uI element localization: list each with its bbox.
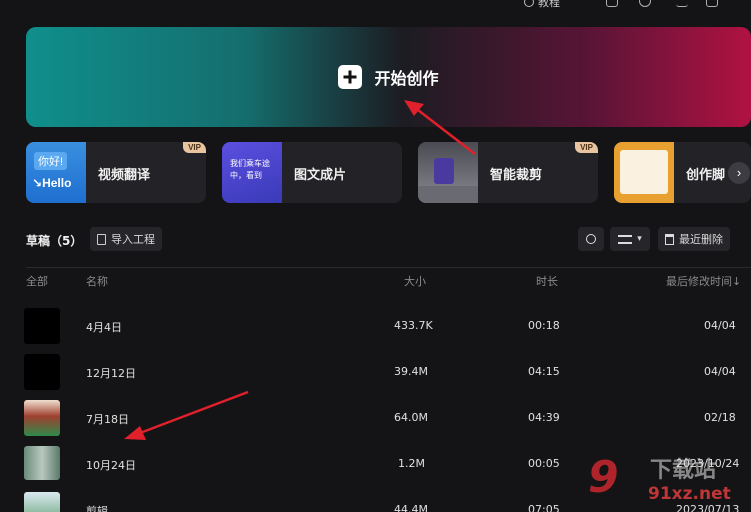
annotation-arrow-row — [124, 390, 249, 440]
annotation-arrow-start — [404, 100, 476, 155]
watermark-number: 9 — [588, 452, 619, 503]
watermark-brand: 下载站 — [650, 458, 717, 483]
watermark-url: 91xz.net — [648, 484, 731, 504]
annotation-arrows — [124, 100, 476, 440]
